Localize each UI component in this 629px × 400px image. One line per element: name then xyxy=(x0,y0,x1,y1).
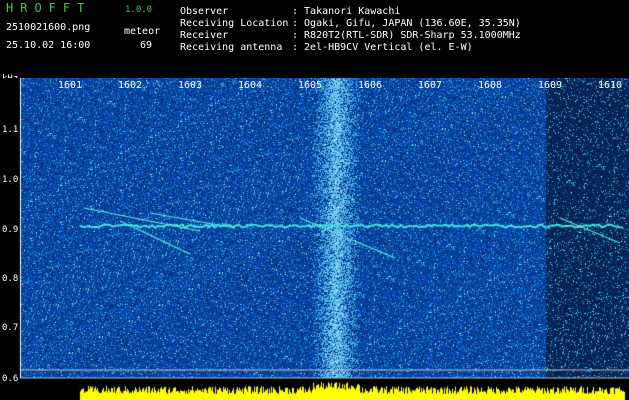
x-tick: 1603 xyxy=(178,80,203,91)
app-logo: HROFFT xyxy=(6,1,92,15)
receiver-value: : R820T2(RTL-SDR) SDR-Sharp 53.1000MHz xyxy=(292,30,521,41)
observer-value: : Takanori Kawachi xyxy=(292,6,401,17)
x-tick: 1609 xyxy=(538,80,563,91)
location-value: : Ogaki, Gifu, JAPAN (136.60E, 35.35N) xyxy=(292,18,521,29)
y-tick: 1.1 xyxy=(2,125,19,135)
x-tick: 1610 xyxy=(598,80,623,91)
meteor-count: 69 xyxy=(140,40,153,51)
mode-label: meteor xyxy=(124,26,161,37)
y-tick: 0.8 xyxy=(2,274,19,284)
y-tick: 1.0 xyxy=(2,175,19,185)
y-tick: 0.6 xyxy=(2,374,19,384)
x-tick: 1601 xyxy=(58,80,83,91)
y-tick: 0.7 xyxy=(2,323,19,333)
x-tick: 1608 xyxy=(478,80,503,91)
receiver-label: Receiver xyxy=(180,30,229,41)
x-tick: 1602 xyxy=(118,80,143,91)
header-panel: HROFFT 1.0.0 2510021600.png 25.10.02 16:… xyxy=(0,0,629,72)
antenna-value: : 2el-HB9CV Vertical (el. E-W) xyxy=(292,42,473,53)
location-label: Receiving Location xyxy=(180,18,289,29)
app-version: 1.0.0 xyxy=(125,5,153,15)
y-tick: 0.9 xyxy=(2,225,19,235)
file-name: 2510021600.png xyxy=(6,22,91,33)
x-tick: 1607 xyxy=(418,80,443,91)
x-tick: 1604 xyxy=(238,80,263,91)
x-tick: 1606 xyxy=(358,80,383,91)
antenna-label: Receiving antenna xyxy=(180,42,283,53)
observer-label: Observer xyxy=(180,6,229,17)
spectrogram-image xyxy=(0,78,629,400)
x-tick: 1605 xyxy=(298,80,323,91)
date-time: 25.10.02 16:00 xyxy=(6,40,91,51)
